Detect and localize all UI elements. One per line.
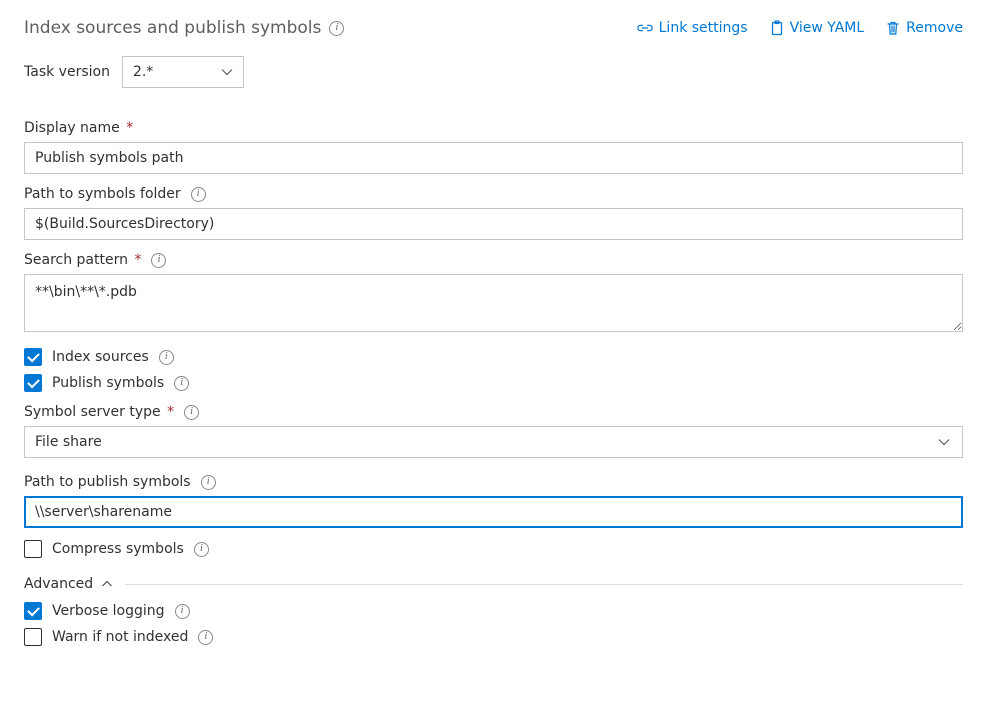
display-name-field: Display name * [24,120,963,174]
task-version-label: Task version [24,64,110,80]
advanced-section-toggle[interactable]: Advanced [24,576,963,592]
warn-if-not-indexed-checkbox[interactable] [24,628,42,646]
warn-if-not-indexed-info-icon[interactable]: i [198,630,213,645]
symbols-folder-field: Path to symbols folder i [24,186,963,240]
symbols-folder-input[interactable] [24,208,963,240]
link-settings-button[interactable]: Link settings [637,20,748,36]
publish-path-info-icon[interactable]: i [201,475,216,490]
publish-path-field: Path to publish symbols i [24,474,963,528]
warn-if-not-indexed-row: Warn if not indexed i [24,628,963,646]
view-yaml-button[interactable]: View YAML [770,20,865,36]
section-divider [125,584,963,585]
search-pattern-info-icon[interactable]: i [151,253,166,268]
symbols-folder-label: Path to symbols folder [24,186,181,202]
index-sources-row: Index sources i [24,348,963,366]
remove-label: Remove [906,20,963,36]
search-pattern-label: Search pattern [24,252,128,268]
chevron-up-icon [101,578,113,590]
title-info-icon[interactable]: i [329,21,344,36]
verbose-logging-row: Verbose logging i [24,602,963,620]
link-icon [637,21,653,35]
clipboard-icon [770,20,784,36]
verbose-logging-label: Verbose logging [52,603,165,619]
advanced-title: Advanced [24,576,93,592]
trash-icon [886,20,900,36]
header-actions: Link settings View YAML Remove [637,20,963,36]
title-wrap: Index sources and publish symbols i [24,18,344,38]
display-name-input[interactable] [24,142,963,174]
publish-path-label: Path to publish symbols [24,474,191,490]
symbol-server-type-label: Symbol server type [24,404,161,420]
compress-symbols-checkbox[interactable] [24,540,42,558]
verbose-logging-checkbox[interactable] [24,602,42,620]
symbol-server-type-field: Symbol server type * i File share [24,404,963,458]
remove-button[interactable]: Remove [886,20,963,36]
task-version-row: Task version 2.* [24,56,963,88]
publish-symbols-label: Publish symbols [52,375,164,391]
required-asterisk: * [163,404,174,420]
publish-symbols-checkbox[interactable] [24,374,42,392]
compress-symbols-row: Compress symbols i [24,540,963,558]
publish-path-input[interactable] [24,496,963,528]
publish-symbols-info-icon[interactable]: i [174,376,189,391]
symbols-folder-info-icon[interactable]: i [191,187,206,202]
symbol-server-type-info-icon[interactable]: i [184,405,199,420]
task-config-panel: Index sources and publish symbols i Link… [0,0,987,678]
display-name-label: Display name [24,120,120,136]
verbose-logging-info-icon[interactable]: i [175,604,190,619]
publish-symbols-row: Publish symbols i [24,374,963,392]
index-sources-checkbox[interactable] [24,348,42,366]
search-pattern-input[interactable] [24,274,963,332]
warn-if-not-indexed-label: Warn if not indexed [52,629,188,645]
index-sources-info-icon[interactable]: i [159,350,174,365]
task-version-select[interactable]: 2.* [122,56,244,88]
header: Index sources and publish symbols i Link… [24,18,963,38]
compress-symbols-label: Compress symbols [52,541,184,557]
view-yaml-label: View YAML [790,20,865,36]
required-asterisk: * [122,120,133,136]
required-asterisk: * [130,252,141,268]
compress-symbols-info-icon[interactable]: i [194,542,209,557]
index-sources-label: Index sources [52,349,149,365]
page-title: Index sources and publish symbols [24,18,321,38]
search-pattern-field: Search pattern * i [24,252,963,336]
symbol-server-type-select[interactable]: File share [24,426,963,458]
link-settings-label: Link settings [659,20,748,36]
